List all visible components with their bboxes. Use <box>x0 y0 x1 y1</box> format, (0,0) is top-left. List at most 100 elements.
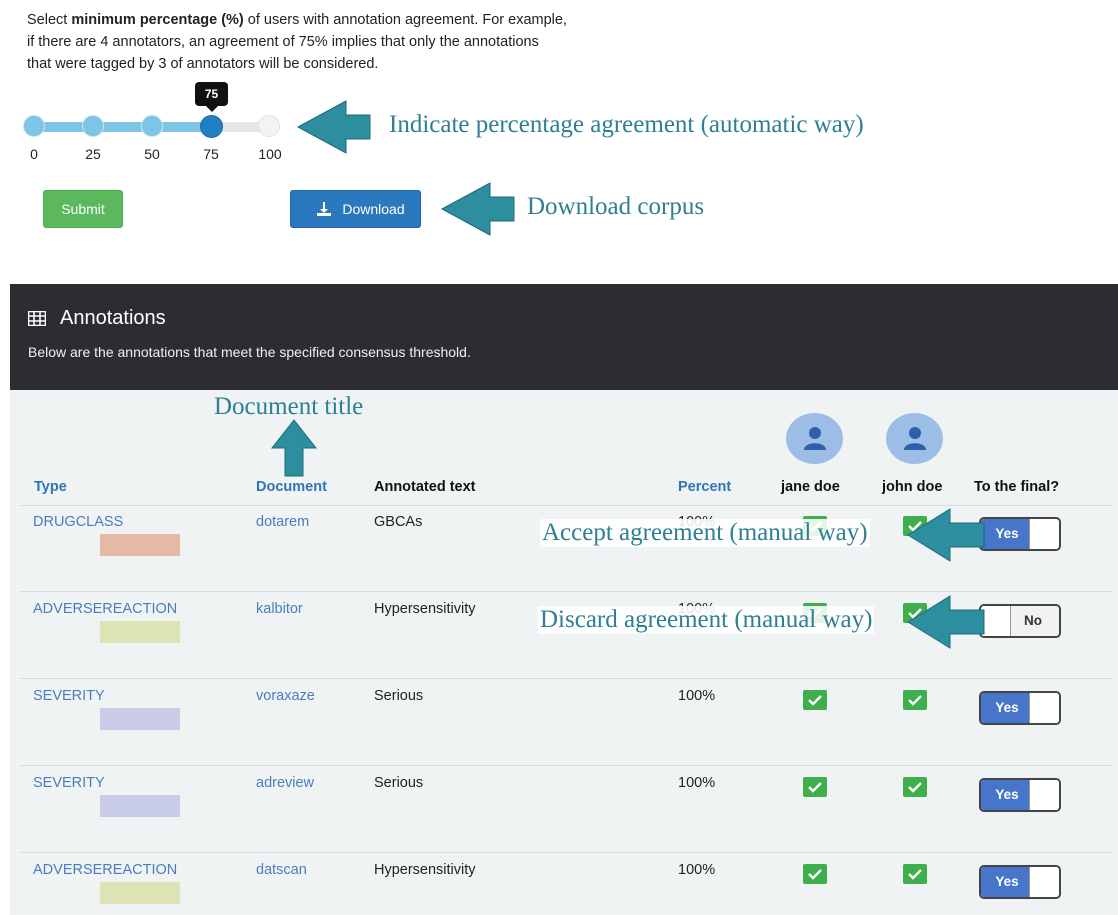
check-icon <box>808 695 822 706</box>
john-doe-check <box>903 690 927 710</box>
slider-label-0: 0 <box>30 146 38 162</box>
final-toggle[interactable]: Yes <box>979 778 1061 812</box>
header-john-doe: john doe <box>882 479 943 495</box>
agreement-slider[interactable]: 75 0 25 50 75 100 <box>22 80 302 170</box>
type-link[interactable]: SEVERITY <box>33 688 105 704</box>
slider-tick-100[interactable] <box>258 115 280 137</box>
arrow-icon <box>296 100 371 154</box>
check-icon <box>808 782 822 793</box>
percent-value: 100% <box>678 862 716 878</box>
document-callout: Document title <box>214 393 364 420</box>
header-to-final: To the final? <box>974 479 1060 495</box>
final-toggle[interactable]: Yes <box>979 865 1061 899</box>
panel-subtitle: Below are the annotations that meet the … <box>28 344 471 360</box>
slider-tick-0[interactable] <box>23 115 45 137</box>
check-icon <box>908 869 922 880</box>
panel-title: Annotations <box>28 307 166 330</box>
annotated-text: Serious <box>374 775 424 791</box>
row-divider <box>20 678 1113 679</box>
jane-doe-check <box>803 864 827 884</box>
annotated-text: Hypersensitivity <box>374 862 476 878</box>
percent-value: 100% <box>678 775 716 791</box>
toggle-knob[interactable] <box>1029 693 1059 723</box>
avatar-john-doe <box>886 413 943 464</box>
toggle-yes-label: Yes <box>981 693 1033 723</box>
annotated-text: Serious <box>374 688 424 704</box>
toggle-knob[interactable] <box>1029 867 1059 897</box>
header-annotated-text: Annotated text <box>374 479 476 495</box>
arrow-icon <box>907 508 985 562</box>
row-divider <box>20 852 1113 853</box>
slider-label-50: 50 <box>144 146 160 162</box>
jane-doe-check <box>803 690 827 710</box>
header-type[interactable]: Type <box>34 479 67 495</box>
document-link[interactable]: dotarem <box>256 514 309 530</box>
arrow-icon <box>270 419 318 477</box>
table-icon <box>28 311 46 326</box>
discard-callout: Discard agreement (manual way) <box>538 606 875 634</box>
check-icon <box>808 869 822 880</box>
type-color-swatch <box>100 882 180 904</box>
slider-label-75: 75 <box>203 146 219 162</box>
header-percent[interactable]: Percent <box>678 479 731 495</box>
slider-fill <box>34 122 212 132</box>
instruction-pre: Select <box>27 12 72 28</box>
final-toggle[interactable]: No <box>979 604 1061 638</box>
type-color-swatch <box>100 621 180 643</box>
final-toggle[interactable]: Yes <box>979 517 1061 551</box>
row-divider <box>20 765 1113 766</box>
type-link[interactable]: ADVERSEREACTION <box>33 862 177 878</box>
download-button[interactable]: Download <box>290 190 421 228</box>
annotated-text: Hypersensitivity <box>374 601 476 617</box>
document-link[interactable]: kalbitor <box>256 601 303 617</box>
slider-tick-25[interactable] <box>82 115 104 137</box>
type-color-swatch <box>100 534 180 556</box>
user-icon <box>804 427 826 450</box>
toggle-yes-label: Yes <box>981 519 1033 549</box>
toggle-yes-label: Yes <box>981 867 1033 897</box>
arrow-icon <box>440 182 515 236</box>
header-document[interactable]: Document <box>256 479 327 495</box>
slider-label-100: 100 <box>258 146 282 162</box>
slider-tick-50[interactable] <box>141 115 163 137</box>
final-toggle[interactable]: Yes <box>979 691 1061 725</box>
slider-label-25: 25 <box>85 146 101 162</box>
document-link[interactable]: adreview <box>256 775 314 791</box>
instruction-text: Select minimum percentage (%) of users w… <box>27 9 567 75</box>
annotations-panel-header: Annotations Below are the annotations th… <box>10 284 1118 390</box>
slider-value-tooltip: 75 <box>195 82 228 112</box>
row-divider <box>20 591 1113 592</box>
type-link[interactable]: SEVERITY <box>33 775 105 791</box>
instruction-bold: minimum percentage (%) <box>71 12 244 28</box>
arrow-icon <box>907 595 985 649</box>
john-doe-check <box>903 777 927 797</box>
toggle-yes-label: Yes <box>981 780 1033 810</box>
document-link[interactable]: datscan <box>256 862 307 878</box>
submit-button[interactable]: Submit <box>43 190 123 228</box>
jane-doe-check <box>803 777 827 797</box>
download-icon <box>317 202 332 216</box>
check-icon <box>908 695 922 706</box>
annotated-text: GBCAs <box>374 514 423 530</box>
toggle-knob[interactable] <box>1029 780 1059 810</box>
accept-callout: Accept agreement (manual way) <box>540 519 870 547</box>
type-link[interactable]: ADVERSEREACTION <box>33 601 177 617</box>
download-callout: Download corpus <box>525 193 707 221</box>
annotations-panel-body <box>10 390 1118 915</box>
avatar-jane-doe <box>786 413 843 464</box>
user-icon <box>904 427 926 450</box>
download-label: Download <box>342 201 405 217</box>
slider-handle[interactable] <box>200 115 223 138</box>
slider-callout: Indicate percentage agreement (automatic… <box>387 111 866 139</box>
type-color-swatch <box>100 708 180 730</box>
type-link[interactable]: DRUGCLASS <box>33 514 123 530</box>
panel-title-text: Annotations <box>60 307 166 329</box>
percent-value: 100% <box>678 688 716 704</box>
toggle-knob[interactable] <box>1029 519 1059 549</box>
header-jane-doe: jane doe <box>781 479 840 495</box>
check-icon <box>908 782 922 793</box>
toggle-no-label: No <box>1007 606 1059 636</box>
type-color-swatch <box>100 795 180 817</box>
john-doe-check <box>903 864 927 884</box>
document-link[interactable]: voraxaze <box>256 688 315 704</box>
